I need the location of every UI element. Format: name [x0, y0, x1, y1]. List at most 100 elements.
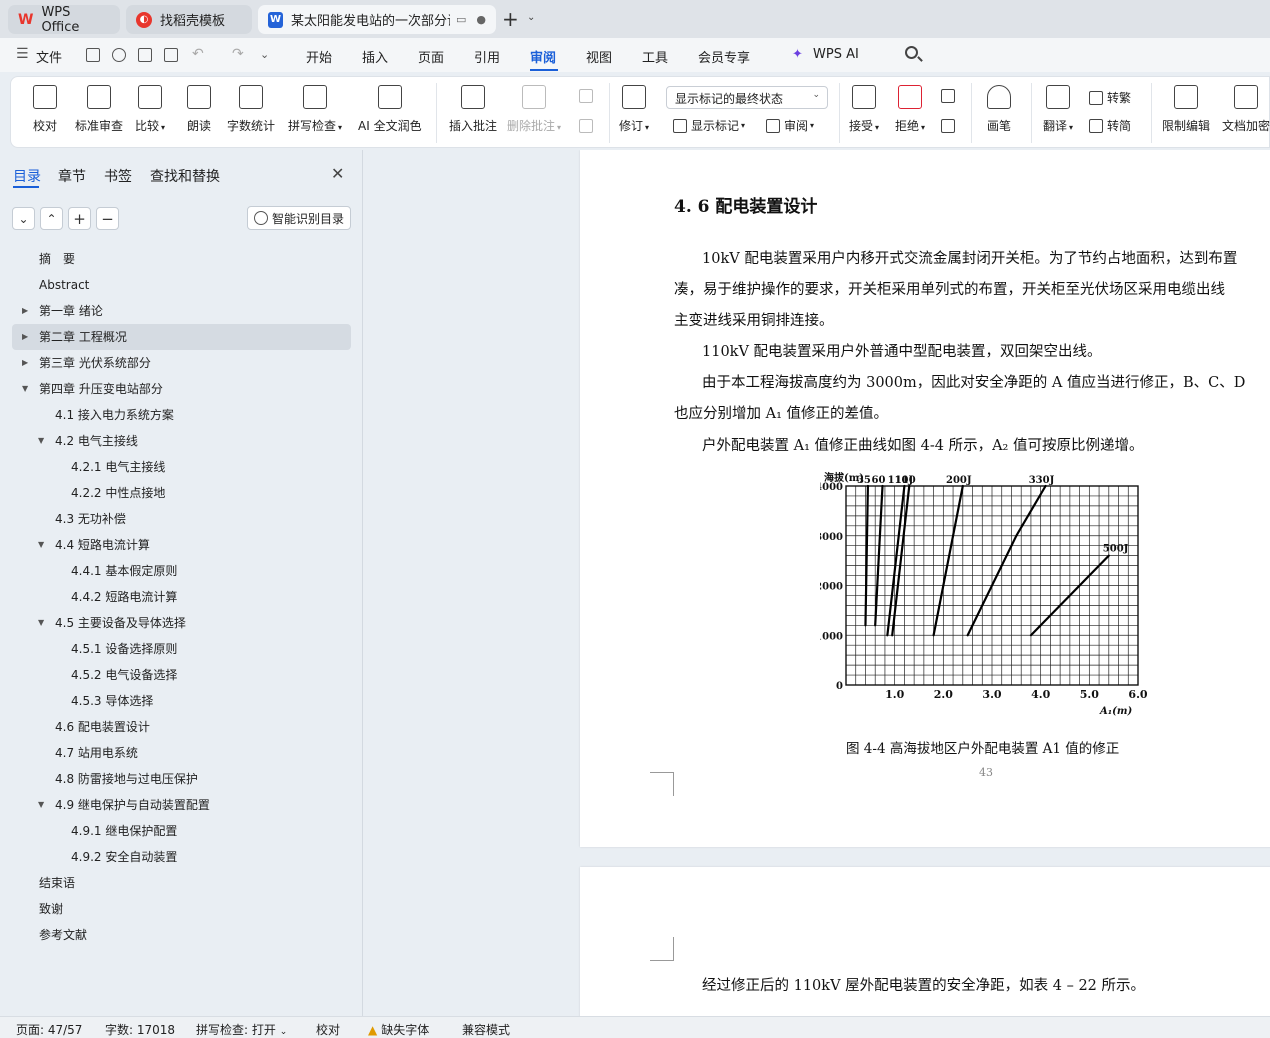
nav-tab-find-replace[interactable]: 查找和替换: [150, 166, 220, 186]
menu-references[interactable]: 引用: [474, 47, 500, 66]
toc-item[interactable]: 4.9.2 安全自动装置: [12, 844, 351, 870]
toc-item[interactable]: ▼ 4.9 继电保护与自动装置配置: [12, 792, 351, 818]
next-change-icon[interactable]: [941, 119, 959, 133]
toc-item[interactable]: 4.2.2 中性点接地: [12, 480, 351, 506]
toc-item[interactable]: 结束语: [12, 870, 351, 896]
prev-change-icon[interactable]: [941, 89, 959, 103]
menu-member[interactable]: 会员专享: [698, 47, 750, 66]
smart-toc-button[interactable]: 智能识别目录: [247, 206, 351, 230]
remove-heading-icon[interactable]: −: [96, 207, 119, 230]
toc-item[interactable]: 4.7 站用电系统: [12, 740, 351, 766]
spell-check-indicator[interactable]: 拼写检查: 打开 ⌄: [196, 1021, 287, 1038]
toc-item[interactable]: ▼ 第四章 升压变电站部分: [12, 376, 351, 402]
tab-wps-office[interactable]: W WPS Office: [8, 5, 120, 35]
chevron-down-icon[interactable]: ⌄: [527, 12, 535, 23]
toc-item[interactable]: 4.5.1 设备选择原则: [12, 636, 351, 662]
caret-expanded-icon[interactable]: ▼: [38, 610, 44, 636]
caret-collapsed-icon[interactable]: ▶: [22, 350, 28, 376]
menu-tools[interactable]: 工具: [642, 47, 668, 66]
redo-icon[interactable]: ↷: [232, 46, 244, 62]
toc-item[interactable]: 参考文献: [12, 922, 351, 948]
hamburger-icon[interactable]: ☰: [16, 46, 29, 62]
nav-tab-sections[interactable]: 章节: [58, 166, 86, 186]
proofread-button[interactable]: 校对: [33, 83, 57, 134]
caret-expanded-icon[interactable]: ▼: [38, 792, 44, 818]
ai-proofread-button[interactable]: AI 全文润色: [358, 83, 422, 134]
pin-icon[interactable]: [112, 48, 126, 62]
more-chevron-icon[interactable]: ⌄: [260, 48, 269, 61]
toc-item[interactable]: ▼ 4.4 短路电流计算: [12, 532, 351, 558]
brush-button[interactable]: 画笔: [987, 83, 1011, 134]
tab-document[interactable]: W 某太阳能发电站的一次部分设 ▭ ●: [258, 5, 496, 34]
toc-item[interactable]: 4.5.3 导体选择: [12, 688, 351, 714]
menu-home[interactable]: 开始: [306, 47, 332, 66]
save-icon[interactable]: [86, 48, 100, 62]
toc-item[interactable]: 4.1 接入电力系统方案: [12, 402, 351, 428]
trad-to-simp-button[interactable]: 转繁: [1089, 89, 1131, 106]
caret-expanded-icon[interactable]: ▼: [22, 376, 28, 402]
standard-review-button[interactable]: 标准审查: [75, 83, 123, 134]
menu-view[interactable]: 视图: [586, 47, 612, 66]
toc-item[interactable]: 4.5.2 电气设备选择: [12, 662, 351, 688]
menu-insert[interactable]: 插入: [362, 47, 388, 66]
word-count-indicator[interactable]: 字数: 17018: [105, 1021, 175, 1038]
toc-item[interactable]: 摘 要: [12, 246, 351, 272]
caret-collapsed-icon[interactable]: ▶: [22, 298, 28, 324]
doc-encrypt-button[interactable]: 文档加密: [1222, 83, 1270, 134]
restrict-edit-button[interactable]: 限制编辑: [1162, 83, 1210, 134]
toc-item[interactable]: 4.8 防雷接地与过电压保护: [12, 766, 351, 792]
toc-item[interactable]: ▶ 第一章 绪论: [12, 298, 351, 324]
review-pane-button[interactable]: 审阅 ▾: [766, 117, 814, 134]
new-tab-icon[interactable]: +: [502, 7, 519, 31]
missing-font-indicator[interactable]: ▲ 缺失字体: [368, 1021, 429, 1038]
toc-item[interactable]: 致谢: [12, 896, 351, 922]
markup-status-select[interactable]: 显示标记的最终状态 ⌄: [666, 86, 828, 109]
insert-comment-button[interactable]: 插入批注: [449, 83, 497, 134]
print-icon[interactable]: [138, 48, 152, 62]
toc-item[interactable]: ▶ 第二章 工程概况: [12, 324, 351, 350]
close-icon[interactable]: ✕: [331, 164, 344, 183]
caret-expanded-icon[interactable]: ▼: [38, 532, 44, 558]
expand-down-icon[interactable]: ⌄: [12, 207, 35, 230]
caret-collapsed-icon[interactable]: ▶: [22, 324, 28, 350]
track-changes-button[interactable]: 修订 ▾: [619, 83, 649, 134]
compare-button[interactable]: 比较 ▾: [135, 83, 165, 134]
add-heading-icon[interactable]: +: [68, 207, 91, 230]
toc-item[interactable]: 4.3 无功补偿: [12, 506, 351, 532]
proofread-indicator[interactable]: 校对: [316, 1021, 340, 1038]
reject-button[interactable]: 拒绝 ▾: [895, 83, 925, 134]
toc-item[interactable]: ▼ 4.5 主要设备及导体选择: [12, 610, 351, 636]
caret-expanded-icon[interactable]: ▼: [38, 428, 44, 454]
page-indicator[interactable]: 页面: 47/57: [16, 1021, 82, 1038]
compat-mode-indicator[interactable]: 兼容模式: [462, 1021, 510, 1038]
toc-item[interactable]: Abstract: [12, 272, 351, 298]
menu-page[interactable]: 页面: [418, 47, 444, 66]
toc-item[interactable]: 4.4.1 基本假定原则: [12, 558, 351, 584]
toc-item[interactable]: 4.2.1 电气主接线: [12, 454, 351, 480]
word-count-button[interactable]: 字数统计: [227, 83, 275, 134]
delete-comment-button[interactable]: 删除批注 ▾: [507, 83, 561, 134]
toc-item[interactable]: 4.6 配电装置设计: [12, 714, 351, 740]
menu-wps-ai[interactable]: WPS AI: [813, 47, 859, 62]
menu-file[interactable]: 文件: [36, 47, 62, 66]
toc-item[interactable]: ▶ 第三章 光伏系统部分: [12, 350, 351, 376]
search-icon[interactable]: [905, 46, 918, 59]
unsaved-dot-icon[interactable]: ●: [476, 13, 486, 26]
show-markup-button[interactable]: 显示标记 ▾: [673, 117, 745, 134]
toc-item[interactable]: 4.4.2 短路电流计算: [12, 584, 351, 610]
next-comment-icon[interactable]: [579, 119, 597, 133]
read-aloud-button[interactable]: 朗读: [187, 83, 211, 134]
toc-item[interactable]: 4.9.1 继电保护配置: [12, 818, 351, 844]
spell-check-button[interactable]: 拼写检查 ▾: [288, 83, 342, 134]
accept-button[interactable]: 接受 ▾: [849, 83, 879, 134]
nav-tab-bookmarks[interactable]: 书签: [104, 166, 132, 186]
translate-button[interactable]: 翻译 ▾: [1043, 83, 1073, 134]
tab-docer[interactable]: ◐ 找稻壳模板: [126, 5, 252, 34]
nav-tab-toc[interactable]: 目录: [13, 166, 41, 186]
toc-item[interactable]: ▼ 4.2 电气主接线: [12, 428, 351, 454]
prev-comment-icon[interactable]: [579, 89, 597, 103]
menu-review[interactable]: 审阅: [530, 47, 556, 66]
collapse-up-icon[interactable]: ⌃: [40, 207, 63, 230]
print-preview-icon[interactable]: [164, 48, 178, 62]
undo-icon[interactable]: ↶: [192, 46, 204, 62]
